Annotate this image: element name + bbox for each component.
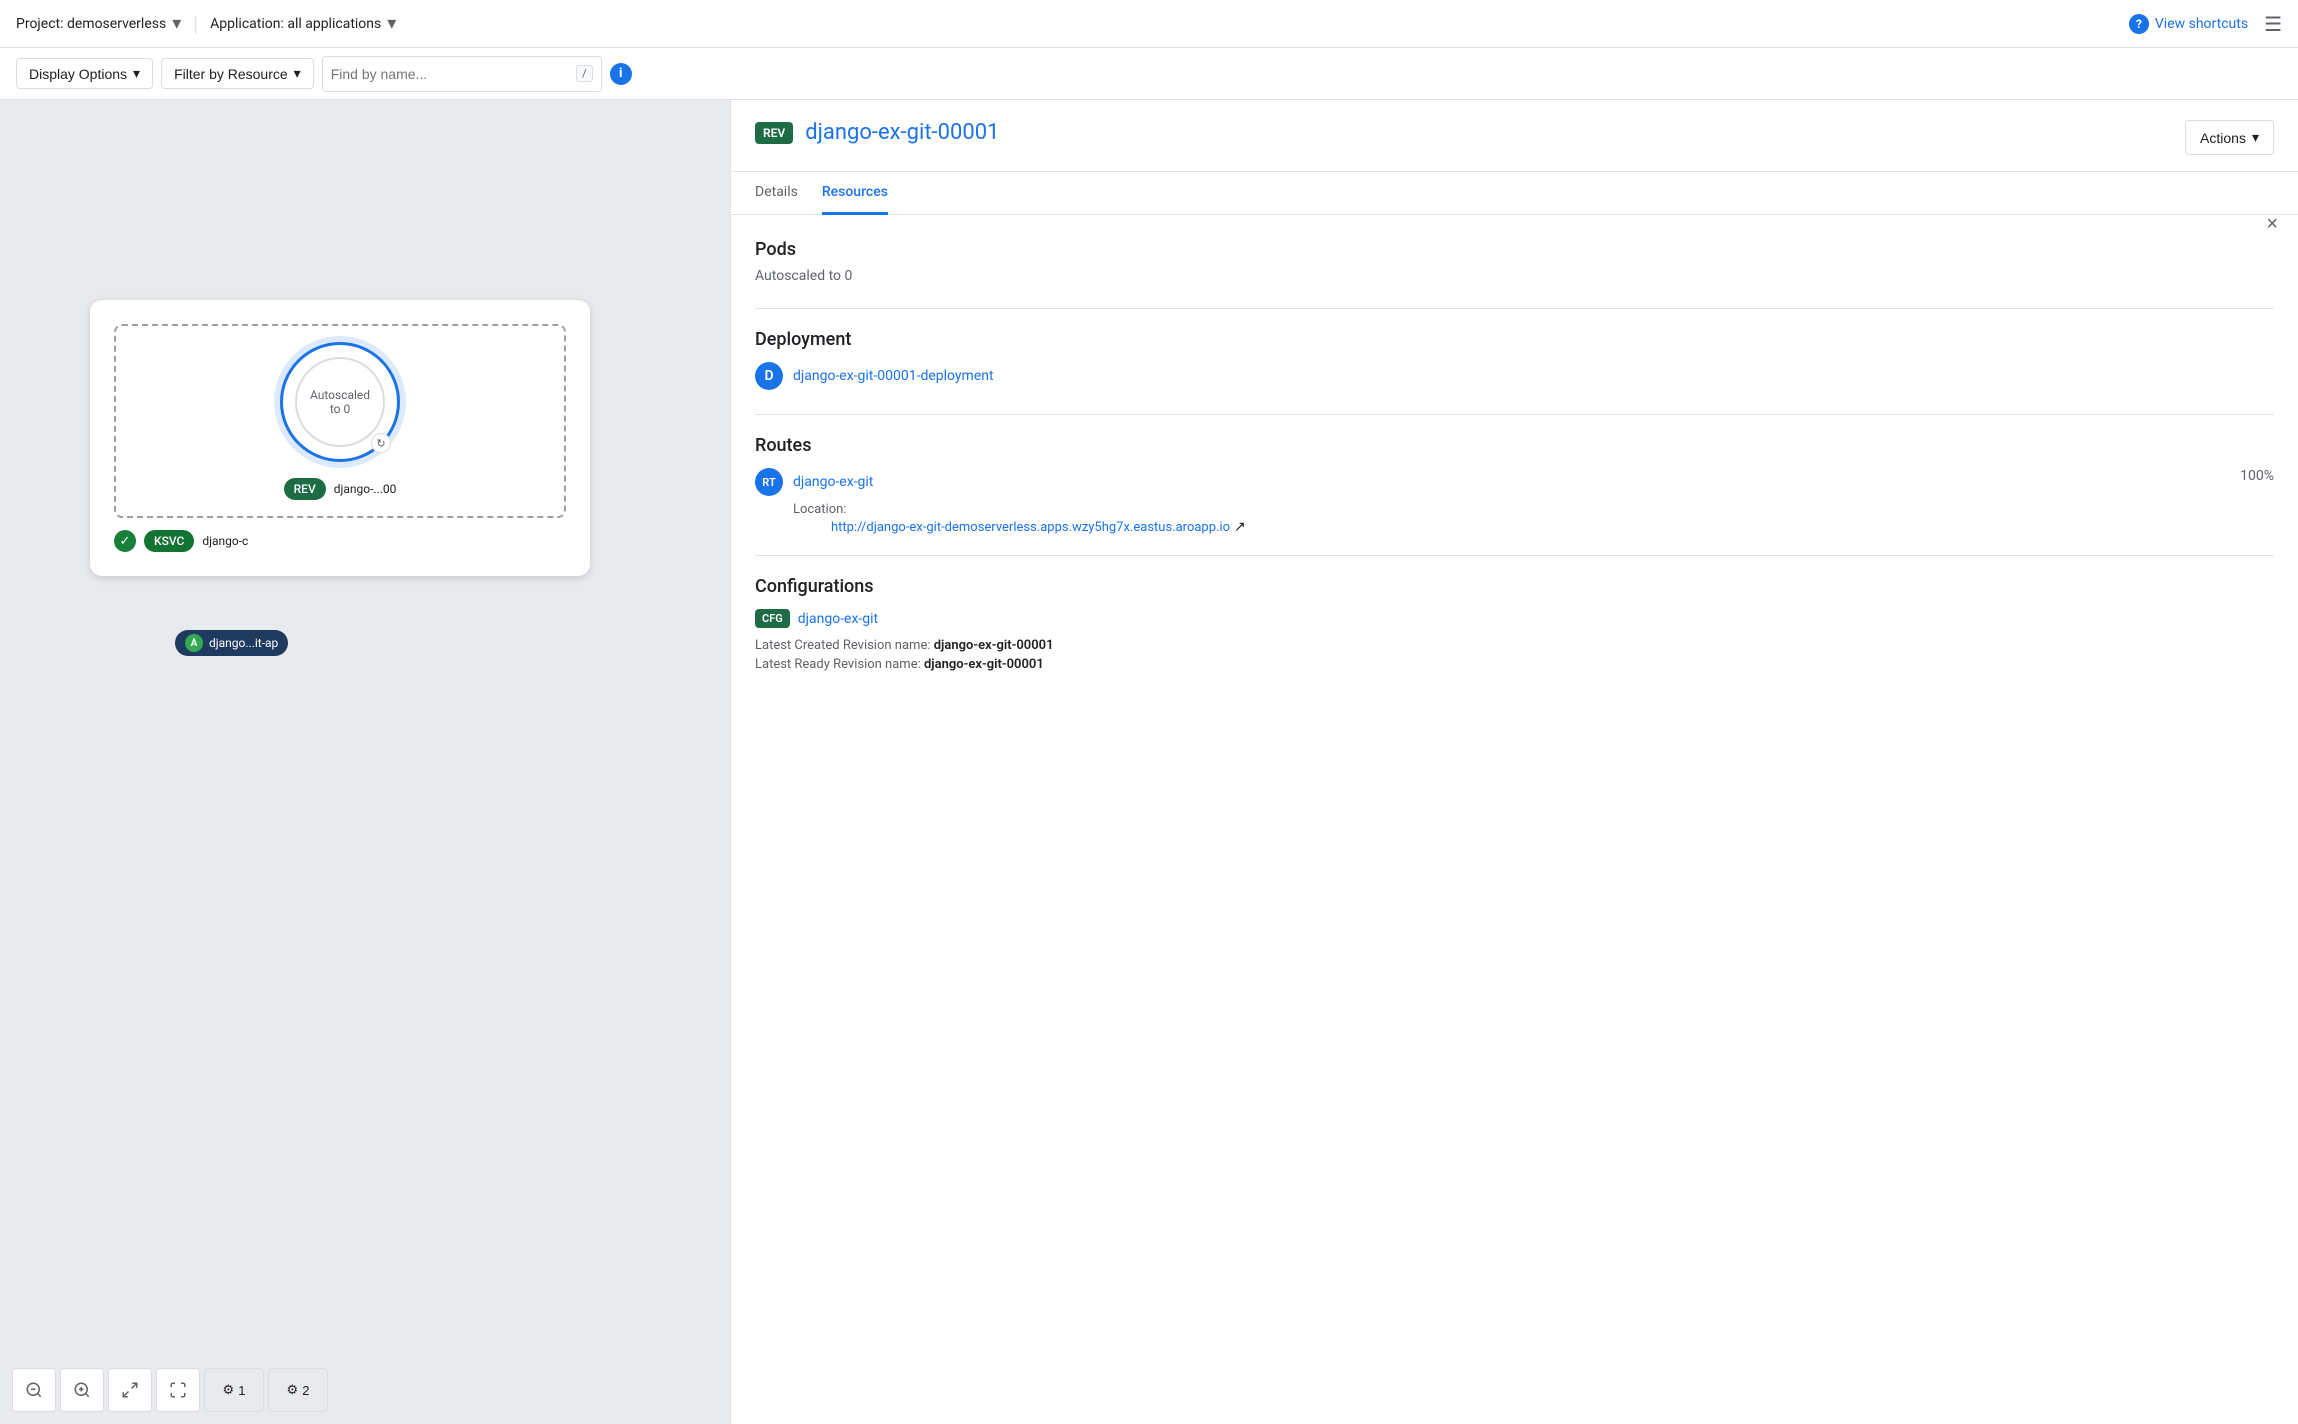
ksvc-chip: KSVC bbox=[144, 530, 194, 552]
display-options-label: Display Options bbox=[29, 66, 127, 82]
latest-ready-detail: Latest Ready Revision name: django-ex-gi… bbox=[755, 657, 2274, 672]
toolbar: Display Options ▾ Filter by Resource ▾ /… bbox=[0, 48, 2298, 100]
cfg-badge: CFG bbox=[755, 609, 790, 628]
panel-header: REV django-ex-git-00001 Actions ▾ bbox=[731, 100, 2298, 172]
rt-badge: RT bbox=[755, 468, 783, 496]
grid-icon[interactable]: ☰ bbox=[2264, 12, 2282, 36]
zoom-in-button[interactable] bbox=[60, 1368, 104, 1412]
rev-badge: REV bbox=[755, 122, 793, 144]
refresh-icon[interactable]: ↻ bbox=[371, 433, 391, 453]
filter-1-count: 1 bbox=[238, 1383, 245, 1398]
cfg-name[interactable]: django-ex-git bbox=[798, 611, 878, 627]
route-percent: 100% bbox=[2240, 468, 2274, 484]
location-label: Location: bbox=[793, 502, 2274, 517]
expand-button[interactable] bbox=[108, 1368, 152, 1412]
canvas-area: Autoscaledto 0 ↻ REV django-...00 ✓ KSVC… bbox=[0, 100, 730, 1424]
view-shortcuts-link[interactable]: ? View shortcuts bbox=[2129, 14, 2248, 34]
info-icon[interactable]: i bbox=[610, 63, 632, 85]
app-selector[interactable]: Application: all applications ▾ bbox=[210, 13, 396, 34]
routes-row: RT django-ex-git 100% bbox=[755, 468, 2274, 496]
help-icon: ? bbox=[2129, 14, 2149, 34]
fullscreen-button[interactable] bbox=[156, 1368, 200, 1412]
location-url-row: http://django-ex-git-demoserverless.apps… bbox=[793, 519, 2274, 535]
routes-section-title: Routes bbox=[755, 435, 2274, 456]
filter-chevron-icon: ▾ bbox=[294, 65, 301, 82]
filter-by-resource-label: Filter by Resource bbox=[174, 66, 288, 82]
route-left: RT django-ex-git bbox=[755, 468, 873, 496]
circle-node-inner: Autoscaledto 0 bbox=[295, 357, 385, 447]
location-url[interactable]: http://django-ex-git-demoserverless.apps… bbox=[831, 520, 1230, 535]
divider-2 bbox=[755, 414, 2274, 415]
topology-card: Autoscaledto 0 ↻ REV django-...00 ✓ KSVC… bbox=[90, 300, 590, 576]
pods-subtitle: Autoscaled to 0 bbox=[755, 268, 2274, 284]
side-panel: × REV django-ex-git-00001 Actions ▾ Deta… bbox=[730, 100, 2298, 1424]
panel-header-left: REV django-ex-git-00001 bbox=[755, 120, 999, 161]
app-chevron-icon: ▾ bbox=[387, 13, 396, 34]
app-row: A django...it-ap bbox=[175, 630, 288, 656]
configurations-section-title: Configurations bbox=[755, 576, 2274, 597]
panel-tabs: Details Resources bbox=[731, 172, 2298, 215]
display-options-chevron-icon: ▾ bbox=[133, 65, 140, 82]
rev-service-row: REV django-...00 bbox=[284, 478, 397, 500]
latest-created-detail: Latest Created Revision name: django-ex-… bbox=[755, 638, 2274, 653]
separator: | bbox=[193, 12, 198, 36]
rev-chip: REV bbox=[284, 478, 326, 500]
filter-2-button[interactable]: ⚙ 2 bbox=[268, 1368, 328, 1412]
latest-created-value: django-ex-git-00001 bbox=[934, 638, 1054, 653]
panel-body: Pods Autoscaled to 0 Deployment D django… bbox=[731, 215, 2298, 1424]
view-shortcuts-label: View shortcuts bbox=[2155, 16, 2248, 32]
close-button[interactable]: × bbox=[2262, 210, 2282, 238]
deployment-link[interactable]: django-ex-git-00001-deployment bbox=[793, 368, 994, 384]
actions-button[interactable]: Actions ▾ bbox=[2185, 120, 2274, 155]
deployment-row: D django-ex-git-00001-deployment bbox=[755, 362, 2274, 390]
selection-box: Autoscaledto 0 ↻ REV django-...00 bbox=[114, 324, 566, 518]
external-link-icon: ↗ bbox=[1234, 519, 1246, 535]
top-bar-left: Project: demoserverless ▾ | Application:… bbox=[16, 12, 396, 36]
ksvc-name: django-c bbox=[202, 534, 248, 548]
app-label: Application: all applications bbox=[210, 16, 381, 32]
bottom-controls: ⚙ 1 ⚙ 2 bbox=[0, 1356, 340, 1424]
app-initial: A bbox=[185, 634, 203, 652]
divider-3 bbox=[755, 555, 2274, 556]
zoom-out-button[interactable] bbox=[12, 1368, 56, 1412]
actions-chevron-icon: ▾ bbox=[2252, 129, 2259, 146]
actions-label: Actions bbox=[2200, 130, 2246, 146]
panel-title: django-ex-git-00001 bbox=[805, 120, 999, 145]
search-container: / bbox=[322, 56, 602, 92]
check-icon: ✓ bbox=[114, 530, 136, 552]
project-selector[interactable]: Project: demoserverless ▾ bbox=[16, 13, 181, 34]
pods-section-title: Pods bbox=[755, 239, 2274, 260]
ksvc-row: ✓ KSVC django-c bbox=[114, 530, 566, 552]
app-chip: A django...it-ap bbox=[175, 630, 288, 656]
top-bar: Project: demoserverless ▾ | Application:… bbox=[0, 0, 2298, 48]
main-content: Autoscaledto 0 ↻ REV django-...00 ✓ KSVC… bbox=[0, 100, 2298, 1424]
display-options-button[interactable]: Display Options ▾ bbox=[16, 58, 153, 89]
app-name: django...it-ap bbox=[209, 636, 278, 650]
divider-1 bbox=[755, 308, 2274, 309]
deployment-d-badge: D bbox=[755, 362, 783, 390]
tab-details[interactable]: Details bbox=[755, 172, 798, 215]
deployment-section-title: Deployment bbox=[755, 329, 2274, 350]
filter-1-button[interactable]: ⚙ 1 bbox=[204, 1368, 264, 1412]
filter-2-count: 2 bbox=[302, 1383, 309, 1398]
project-label: Project: demoserverless bbox=[16, 16, 166, 32]
config-row: CFG django-ex-git bbox=[755, 609, 2274, 628]
project-chevron-icon: ▾ bbox=[172, 13, 181, 34]
tab-resources[interactable]: Resources bbox=[822, 172, 888, 215]
filter-by-resource-button[interactable]: Filter by Resource ▾ bbox=[161, 58, 314, 89]
panel-header-right: Actions ▾ bbox=[2185, 120, 2274, 155]
rev-name: django-...00 bbox=[334, 482, 397, 496]
top-bar-right: ? View shortcuts ☰ bbox=[2129, 12, 2282, 36]
latest-ready-value: django-ex-git-00001 bbox=[924, 657, 1044, 672]
slash-badge: / bbox=[576, 65, 593, 82]
panel-title-row: REV django-ex-git-00001 bbox=[755, 120, 999, 145]
circle-node: Autoscaledto 0 ↻ bbox=[280, 342, 400, 462]
autoscaled-text: Autoscaledto 0 bbox=[310, 388, 370, 416]
route-name[interactable]: django-ex-git bbox=[793, 474, 873, 490]
search-input[interactable] bbox=[331, 66, 568, 82]
